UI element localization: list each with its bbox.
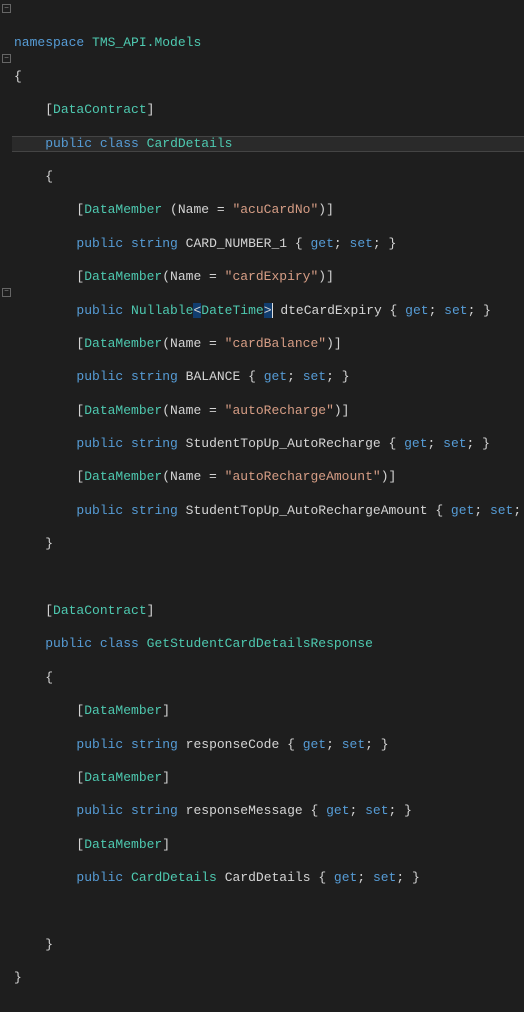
property-name: CARD_NUMBER_1 bbox=[186, 236, 287, 251]
attribute: DataMember bbox=[84, 403, 162, 418]
code-editor[interactable]: namespace TMS_API.Models { [DataContract… bbox=[0, 0, 524, 1012]
keyword: get bbox=[334, 870, 357, 885]
keyword: set bbox=[365, 803, 388, 818]
type: DateTime bbox=[201, 303, 263, 318]
attribute: DataMember bbox=[84, 469, 162, 484]
namespace-name: TMS_API.Models bbox=[92, 35, 201, 50]
type: Nullable bbox=[131, 303, 193, 318]
attribute: DataMember bbox=[84, 770, 162, 785]
keyword: namespace bbox=[14, 35, 84, 50]
keyword: get bbox=[326, 803, 349, 818]
property-name: StudentTopUp_AutoRecharge bbox=[186, 436, 381, 451]
type: CardDetails bbox=[131, 870, 217, 885]
keyword: get bbox=[405, 303, 428, 318]
brace-close: } bbox=[45, 937, 53, 952]
keyword: set bbox=[303, 369, 326, 384]
keyword: get bbox=[303, 737, 326, 752]
keyword: public bbox=[76, 436, 123, 451]
brace-open: { bbox=[14, 69, 22, 84]
keyword: public bbox=[76, 503, 123, 518]
property-name: CardDetails bbox=[225, 870, 311, 885]
string-literal: "cardBalance" bbox=[225, 336, 326, 351]
fold-icon[interactable]: − bbox=[2, 54, 11, 63]
type: string bbox=[131, 503, 178, 518]
attr-name-label: Name = bbox=[170, 269, 225, 284]
brace-open: { bbox=[45, 670, 53, 685]
class-name: GetStudentCardDetailsResponse bbox=[147, 636, 373, 651]
brace-close: } bbox=[45, 536, 53, 551]
attribute: DataMember bbox=[84, 837, 162, 852]
string-literal: "autoRechargeAmount" bbox=[225, 469, 381, 484]
string-literal: "cardExpiry" bbox=[225, 269, 319, 284]
keyword: get bbox=[311, 236, 334, 251]
fold-icon[interactable]: − bbox=[2, 4, 11, 13]
property-name: StudentTopUp_AutoRechargeAmount bbox=[186, 503, 428, 518]
attribute: DataMember bbox=[84, 202, 162, 217]
keyword: public bbox=[76, 236, 123, 251]
keyword: set bbox=[350, 236, 373, 251]
type: string bbox=[131, 737, 178, 752]
class-name: CardDetails bbox=[147, 136, 233, 151]
keyword: get bbox=[264, 369, 287, 384]
type: string bbox=[131, 803, 178, 818]
attr-name-label: Name = bbox=[170, 469, 225, 484]
keyword: get bbox=[451, 503, 474, 518]
property-name: BALANCE bbox=[186, 369, 241, 384]
keyword: set bbox=[373, 870, 396, 885]
keyword: public bbox=[76, 737, 123, 752]
property-name: responseCode bbox=[186, 737, 280, 752]
keyword: public bbox=[76, 803, 123, 818]
keyword: public bbox=[76, 369, 123, 384]
keyword: public bbox=[76, 870, 123, 885]
keyword: class bbox=[100, 636, 139, 651]
property-name: dteCardExpiry bbox=[280, 303, 381, 318]
attribute: DataMember bbox=[84, 269, 162, 284]
attribute: DataContract bbox=[53, 603, 147, 618]
attribute: DataMember bbox=[84, 336, 162, 351]
attribute: DataMember bbox=[84, 703, 162, 718]
gutter: − − − bbox=[0, 0, 12, 506]
attr-name-label: Name = bbox=[178, 202, 233, 217]
string-literal: "acuCardNo" bbox=[232, 202, 318, 217]
keyword: public bbox=[76, 303, 123, 318]
fold-icon[interactable]: − bbox=[2, 288, 11, 297]
type: string bbox=[131, 436, 178, 451]
keyword: class bbox=[100, 136, 139, 151]
keyword: set bbox=[443, 436, 466, 451]
attribute: DataContract bbox=[53, 102, 147, 117]
keyword: set bbox=[490, 503, 513, 518]
keyword: public bbox=[45, 636, 92, 651]
attr-name-label: Name = bbox=[170, 403, 225, 418]
keyword: set bbox=[444, 303, 467, 318]
property-name: responseMessage bbox=[186, 803, 303, 818]
type: string bbox=[131, 236, 178, 251]
keyword: public bbox=[45, 136, 92, 151]
keyword: set bbox=[342, 737, 365, 752]
brace-close: } bbox=[14, 970, 22, 985]
keyword: get bbox=[404, 436, 427, 451]
type: string bbox=[131, 369, 178, 384]
brace-open: { bbox=[45, 169, 53, 184]
string-literal: "autoRecharge" bbox=[225, 403, 334, 418]
attr-name-label: Name = bbox=[170, 336, 225, 351]
